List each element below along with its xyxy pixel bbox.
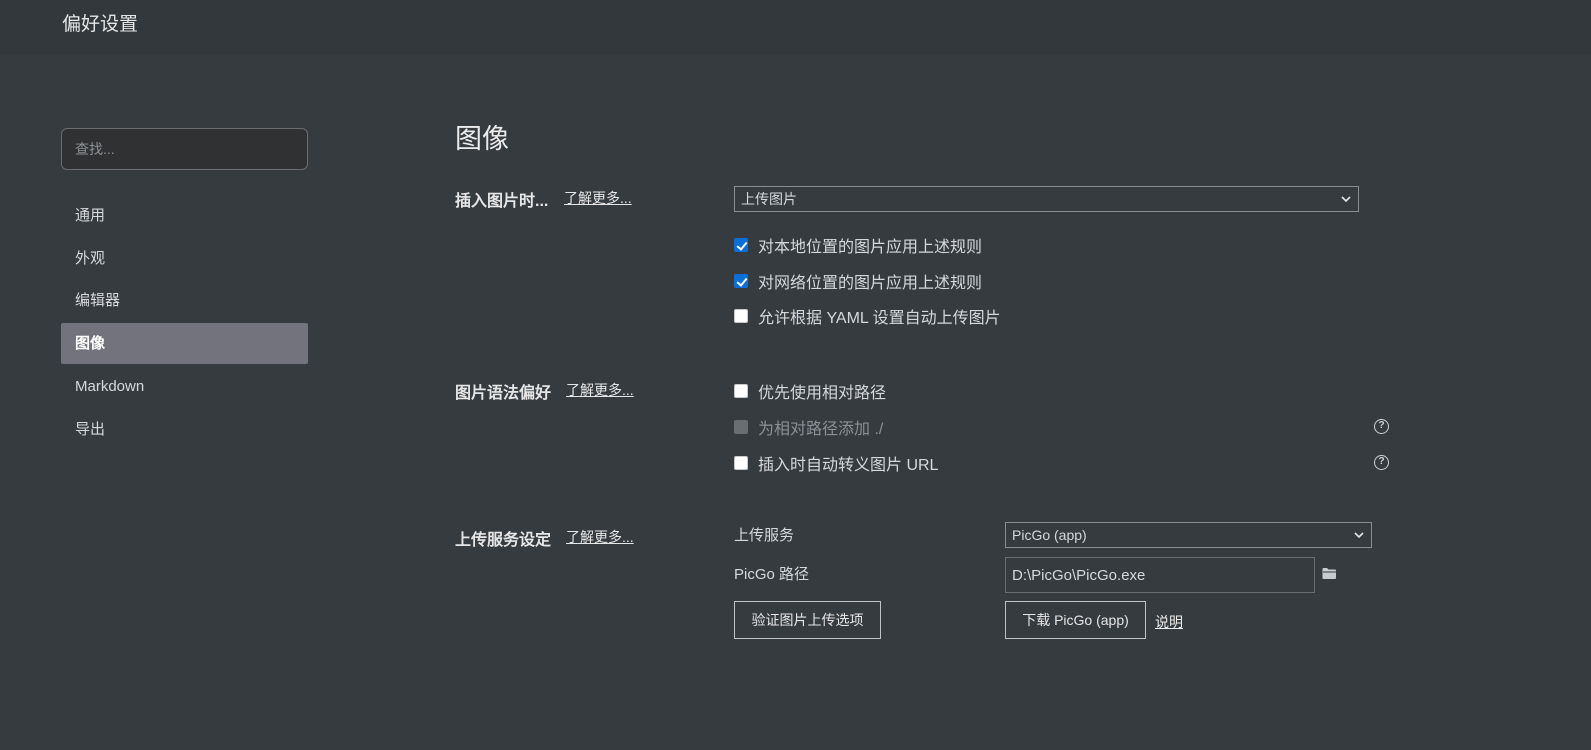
prefer-relative-path-option[interactable]: 优先使用相对路径 (734, 380, 886, 402)
prefer-relative-path-label: 优先使用相对路径 (758, 385, 887, 402)
download-picgo-button[interactable]: 下载 PicGo (app) (1005, 601, 1146, 639)
sidebar-item-image[interactable]: 图像 (61, 323, 308, 364)
insert-action-select[interactable]: 上传图片 (734, 186, 1359, 212)
apply-network-images-option[interactable]: 对网络位置的图片应用上述规则 (734, 270, 982, 292)
yaml-auto-upload-checkbox[interactable] (734, 309, 748, 323)
escape-url-label: 插入时自动转义图片 URL (758, 457, 939, 474)
upload-section-label: 上传服务设定 (455, 532, 552, 549)
question-circle-icon[interactable]: ? (1374, 419, 1389, 434)
chevron-down-icon (1340, 187, 1352, 219)
chevron-down-icon (1353, 523, 1365, 555)
yaml-auto-upload-label: 允许根据 YAML 设置自动上传图片 (758, 310, 1001, 327)
folder-icon[interactable] (1322, 567, 1337, 585)
escape-url-option[interactable]: 插入时自动转义图片 URL (734, 452, 938, 474)
picgo-path-label: PicGo 路径 (734, 566, 810, 583)
syntax-section-label: 图片语法偏好 (455, 385, 552, 402)
sidebar-item-general[interactable]: 通用 (61, 195, 308, 236)
sidebar-item-editor[interactable]: 编辑器 (61, 280, 308, 321)
apply-local-images-label: 对本地位置的图片应用上述规则 (758, 239, 983, 256)
apply-local-images-option[interactable]: 对本地位置的图片应用上述规则 (734, 234, 982, 256)
upload-service-select[interactable]: PicGo (app) (1005, 522, 1372, 548)
title-bar: 偏好设置 (0, 0, 1591, 54)
yaml-auto-upload-option[interactable]: 允许根据 YAML 设置自动上传图片 (734, 305, 1001, 327)
search-input[interactable] (61, 128, 308, 170)
add-dot-slash-option: 为相对路径添加 ./ (734, 416, 883, 438)
insert-action-value: 上传图片 (741, 191, 797, 207)
sidebar-item-appearance[interactable]: 外观 (61, 238, 308, 279)
syntax-learn-more-link[interactable]: 了解更多... (566, 380, 634, 400)
escape-url-checkbox[interactable] (734, 456, 748, 470)
sidebar-item-markdown[interactable]: Markdown (61, 366, 308, 407)
apply-network-images-checkbox[interactable] (734, 274, 748, 288)
add-dot-slash-checkbox (734, 420, 748, 434)
validate-upload-button[interactable]: 验证图片上传选项 (734, 601, 881, 639)
window-title: 偏好设置 (62, 14, 139, 35)
upload-service-value: PicGo (app) (1012, 527, 1087, 543)
upload-learn-more-link[interactable]: 了解更多... (566, 527, 634, 547)
apply-local-images-checkbox[interactable] (734, 238, 748, 252)
add-dot-slash-label: 为相对路径添加 ./ (758, 421, 884, 438)
apply-network-images-label: 对网络位置的图片应用上述规则 (758, 275, 983, 292)
picgo-path-input[interactable] (1005, 557, 1315, 593)
upload-service-label: 上传服务 (734, 527, 795, 544)
page-title: 图像 (455, 124, 509, 154)
insert-section-label: 插入图片时... (455, 193, 549, 210)
prefer-relative-path-checkbox[interactable] (734, 384, 748, 398)
question-circle-icon[interactable]: ? (1374, 455, 1389, 470)
sidebar-item-export[interactable]: 导出 (61, 409, 308, 450)
help-link[interactable]: 说明 (1155, 612, 1183, 632)
insert-learn-more-link[interactable]: 了解更多... (564, 188, 632, 208)
